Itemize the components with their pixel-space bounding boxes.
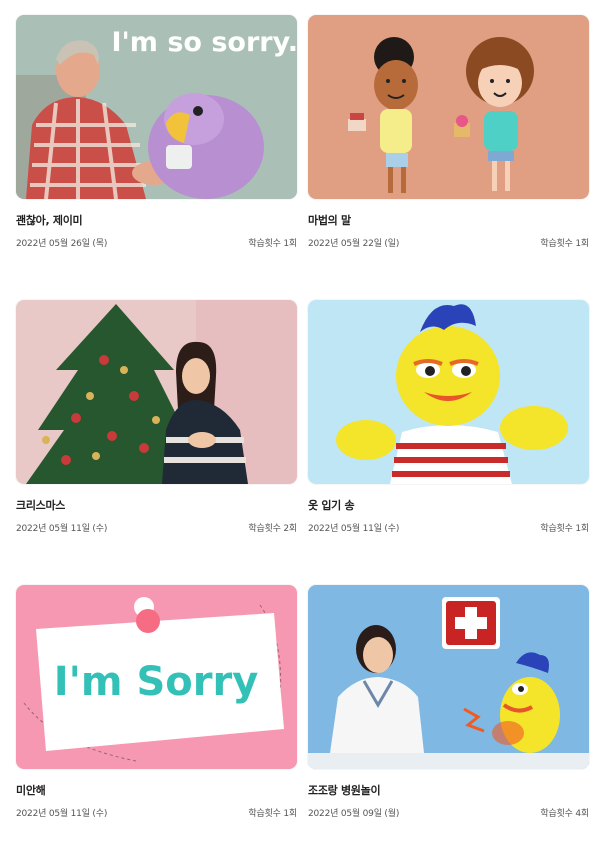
video-date: 2022년 05월 11일 (수): [308, 524, 400, 534]
video-title[interactable]: 옷 입기 송: [308, 499, 589, 513]
video-date: 2022년 05월 22일 (일): [308, 239, 400, 249]
thumbnail-image-man-with-bird-puppet: I'm so sorry.: [16, 15, 297, 199]
thumbnail-image-two-kids-with-cake: [308, 15, 589, 199]
study-count: 학습횟수 1회: [540, 239, 589, 249]
video-title[interactable]: 괜찮아, 제이미: [16, 214, 297, 228]
thumbnail-image-christmas-tree-woman: [16, 300, 297, 484]
video-thumbnail[interactable]: [308, 15, 589, 199]
video-thumbnail[interactable]: [308, 300, 589, 484]
video-title[interactable]: 조조랑 병원놀이: [308, 784, 589, 798]
video-thumbnail[interactable]: [308, 585, 589, 769]
video-thumbnail[interactable]: I'm so sorry.: [16, 15, 297, 199]
study-count: 학습횟수 4회: [540, 809, 589, 819]
thumbnail-image-im-sorry-card: I'm Sorry: [16, 585, 297, 769]
video-card[interactable]: I'm Sorry 미안해 2022년 05월 11일 (수) 학습횟수 1회: [16, 585, 297, 820]
thumbnail-image-yellow-puppet: [308, 300, 589, 484]
video-title[interactable]: 마법의 말: [308, 214, 589, 228]
study-count: 학습횟수 1회: [540, 524, 589, 534]
video-date: 2022년 05월 09일 (월): [308, 809, 400, 819]
thumbnail-overlay-text: I'm Sorry: [54, 659, 259, 705]
video-title[interactable]: 크리스마스: [16, 499, 297, 513]
video-card[interactable]: I'm so sorry. 괜찮아, 제이미 2022년 05월 26일 (목)…: [16, 15, 297, 250]
video-card[interactable]: 마법의 말 2022년 05월 22일 (일) 학습횟수 1회: [308, 15, 589, 250]
video-thumbnail[interactable]: [16, 300, 297, 484]
study-count: 학습횟수 1회: [248, 239, 297, 249]
study-count: 학습횟수 1회: [248, 809, 297, 819]
video-title[interactable]: 미안해: [16, 784, 297, 798]
video-date: 2022년 05월 11일 (수): [16, 524, 108, 534]
video-date: 2022년 05월 11일 (수): [16, 809, 108, 819]
video-date: 2022년 05월 26일 (목): [16, 239, 108, 249]
thumbnail-image-hospital-play: [308, 585, 589, 769]
video-card[interactable]: 크리스마스 2022년 05월 11일 (수) 학습횟수 2회: [16, 300, 297, 535]
study-count: 학습횟수 2회: [248, 524, 297, 534]
thumbnail-overlay-text: I'm so sorry.: [112, 27, 298, 58]
video-thumbnail[interactable]: I'm Sorry: [16, 585, 297, 769]
video-card[interactable]: 옷 입기 송 2022년 05월 11일 (수) 학습횟수 1회: [308, 300, 589, 535]
video-card[interactable]: 조조랑 병원놀이 2022년 05월 09일 (월) 학습횟수 4회: [308, 585, 589, 820]
